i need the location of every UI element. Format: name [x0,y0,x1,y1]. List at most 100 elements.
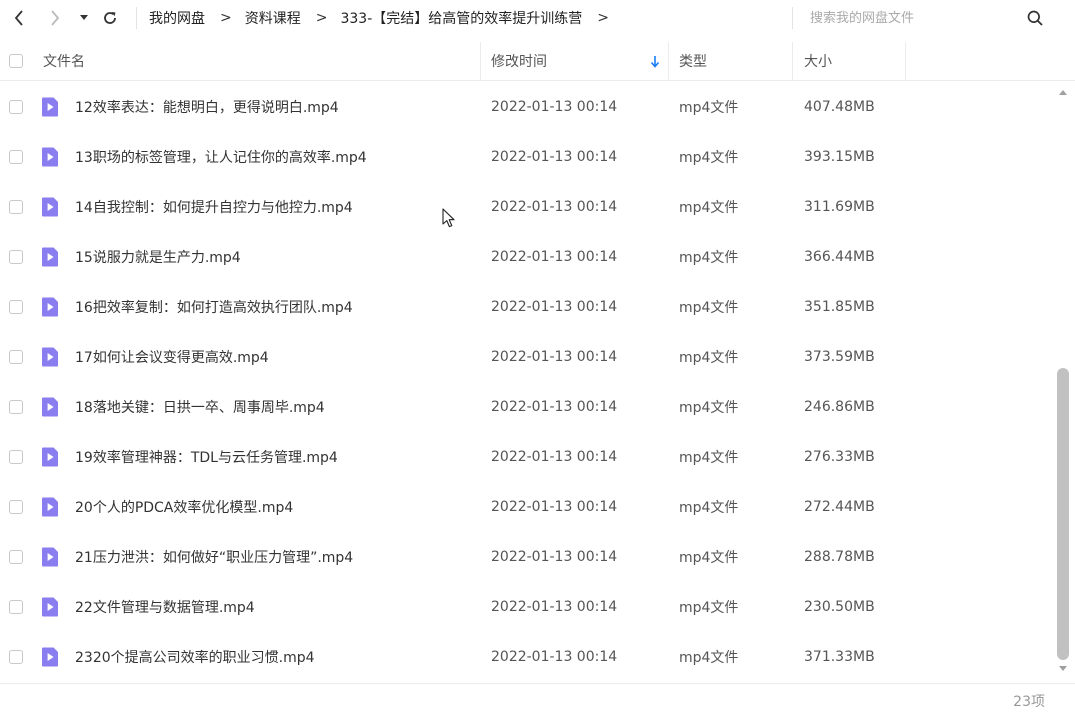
file-row[interactable]: 16把效率复制：如何打造高效执行团队.mp4 2022-01-13 00:14 mp… [0,282,1052,332]
file-name[interactable]: 14自我控制：如何提升自控力与他控力.mp4 [75,182,353,232]
file-size: 371.33MB [804,649,875,665]
video-file-icon [42,397,58,417]
caret-down-icon [80,15,88,20]
row-checkbox[interactable] [9,150,23,164]
file-type: mp4文件 [679,300,739,316]
row-checkbox[interactable] [9,550,23,564]
video-file-icon [42,347,58,367]
column-resize-handle[interactable] [905,42,906,80]
row-checkbox[interactable] [9,200,23,214]
file-size: 246.86MB [804,399,875,415]
column-header-type[interactable]: 类型 [679,42,707,80]
file-size: 311.69MB [804,199,875,215]
file-row[interactable]: 14自我控制：如何提升自控力与他控力.mp4 2022-01-13 00:14 mp… [0,182,1052,232]
caret-up-icon [1059,90,1067,95]
file-modified-time: 2022-01-13 00:14 [491,399,618,415]
search-button[interactable] [1022,6,1048,30]
file-size: 230.50MB [804,599,875,615]
row-checkbox[interactable] [9,500,23,514]
file-type: mp4文件 [679,200,739,216]
file-row[interactable]: 12效率表达：能想明白，更得说明白.mp4 2022-01-13 00:14 mp4… [0,82,1052,132]
file-row[interactable]: 20个人的PDCA效率优化模型.mp4 2022-01-13 00:14 mp4文件… [0,482,1052,532]
file-size: 407.48MB [804,99,875,115]
search-divider [792,7,793,29]
row-checkbox[interactable] [9,100,23,114]
file-size: 288.78MB [804,549,875,565]
file-type: mp4文件 [679,550,739,566]
file-modified-time: 2022-01-13 00:14 [491,199,618,215]
row-checkbox[interactable] [9,600,23,614]
item-count: 23项 [1013,694,1045,710]
scroll-up-button[interactable] [1058,87,1068,97]
breadcrumb-separator: > [597,10,609,26]
search-input[interactable] [806,5,1024,31]
file-row[interactable]: 21压力泄洪：如何做好“职业压力管理”.mp4 2022-01-13 00:14 m… [0,532,1052,582]
row-checkbox[interactable] [9,650,23,664]
video-file-icon [42,647,58,667]
video-file-icon [42,597,58,617]
scrollbar-thumb[interactable] [1057,368,1069,660]
file-row[interactable]: 19效率管理神器：TDL与云任务管理.mp4 2022-01-13 00:14 mp… [0,432,1052,482]
file-type: mp4文件 [679,350,739,366]
file-row[interactable]: 2320个提高公司效率的职业习惯.mp4 2022-01-13 00:14 mp4文… [0,632,1052,682]
video-file-icon [42,297,58,317]
row-checkbox[interactable] [9,300,23,314]
video-file-icon [42,447,58,467]
file-list: 12效率表达：能想明白，更得说明白.mp4 2022-01-13 00:14 mp4… [0,82,1052,682]
column-resize-handle[interactable] [792,42,793,80]
forward-button[interactable] [44,5,66,31]
breadcrumb-item-current-folder[interactable]: 333-【完结】给高管的效率提升训练营 [340,8,582,28]
file-row[interactable]: 15说服力就是生产力.mp4 2022-01-13 00:14 mp4文件 366.4… [0,232,1052,282]
row-checkbox[interactable] [9,400,23,414]
file-name[interactable]: 21压力泄洪：如何做好“职业压力管理”.mp4 [75,532,353,582]
file-row[interactable]: 22文件管理与数据管理.mp4 2022-01-13 00:14 mp4文件 230.… [0,582,1052,632]
column-header-size[interactable]: 大小 [804,42,832,80]
breadcrumb-item-my-drive[interactable]: 我的网盘 [149,8,205,28]
mouse-cursor-icon [442,208,455,228]
file-type: mp4文件 [679,600,739,616]
chevron-right-icon [51,10,60,26]
video-file-icon [42,497,58,517]
file-type: mp4文件 [679,150,739,166]
row-checkbox[interactable] [9,250,23,264]
column-resize-handle[interactable] [668,42,669,80]
file-row[interactable]: 18落地关键：日拱一卒、周事周毕.mp4 2022-01-13 00:14 mp4文… [0,382,1052,432]
file-name[interactable]: 17如何让会议变得更高效.mp4 [75,332,269,382]
video-file-icon [42,147,58,167]
column-header-name[interactable]: 文件名 [43,42,85,80]
column-header-modified[interactable]: 修改时间 [491,42,547,80]
breadcrumb: 我的网盘 > 资料课程 > 333-【完结】给高管的效率提升训练营 > [149,0,622,36]
file-row[interactable]: 13职场的标签管理，让人记住你的高效率.mp4 2022-01-13 00:14 m… [0,132,1052,182]
file-modified-time: 2022-01-13 00:14 [491,99,618,115]
back-button[interactable] [8,5,30,31]
select-all-checkbox[interactable] [9,54,23,68]
file-name[interactable]: 20个人的PDCA效率优化模型.mp4 [75,482,293,532]
file-size: 393.15MB [804,149,875,165]
toolbar-divider [136,7,137,29]
column-header-row: 文件名 修改时间 类型 大小 [0,42,1075,81]
file-name[interactable]: 12效率表达：能想明白，更得说明白.mp4 [75,82,339,132]
video-file-icon [42,197,58,217]
column-resize-handle[interactable] [480,42,481,80]
history-dropdown-button[interactable] [76,5,92,31]
file-name[interactable]: 15说服力就是生产力.mp4 [75,232,241,282]
breadcrumb-item-course-materials[interactable]: 资料课程 [245,8,301,28]
scroll-down-button[interactable] [1058,664,1068,674]
file-name[interactable]: 2320个提高公司效率的职业习惯.mp4 [75,632,315,682]
file-modified-time: 2022-01-13 00:14 [491,549,618,565]
file-name[interactable]: 19效率管理神器：TDL与云任务管理.mp4 [75,432,338,482]
search-icon [1027,10,1043,26]
file-type: mp4文件 [679,250,739,266]
row-checkbox[interactable] [9,350,23,364]
breadcrumb-separator: > [315,10,328,26]
file-row[interactable]: 17如何让会议变得更高效.mp4 2022-01-13 00:14 mp4文件 373… [0,332,1052,382]
refresh-button[interactable] [99,5,121,31]
file-modified-time: 2022-01-13 00:14 [491,649,618,665]
refresh-icon [104,12,116,24]
row-checkbox[interactable] [9,450,23,464]
file-name[interactable]: 22文件管理与数据管理.mp4 [75,582,255,632]
file-name[interactable]: 16把效率复制：如何打造高效执行团队.mp4 [75,282,353,332]
file-name[interactable]: 13职场的标签管理，让人记住你的高效率.mp4 [75,132,367,182]
file-name[interactable]: 18落地关键：日拱一卒、周事周毕.mp4 [75,382,325,432]
sort-descending-icon[interactable] [650,55,660,69]
